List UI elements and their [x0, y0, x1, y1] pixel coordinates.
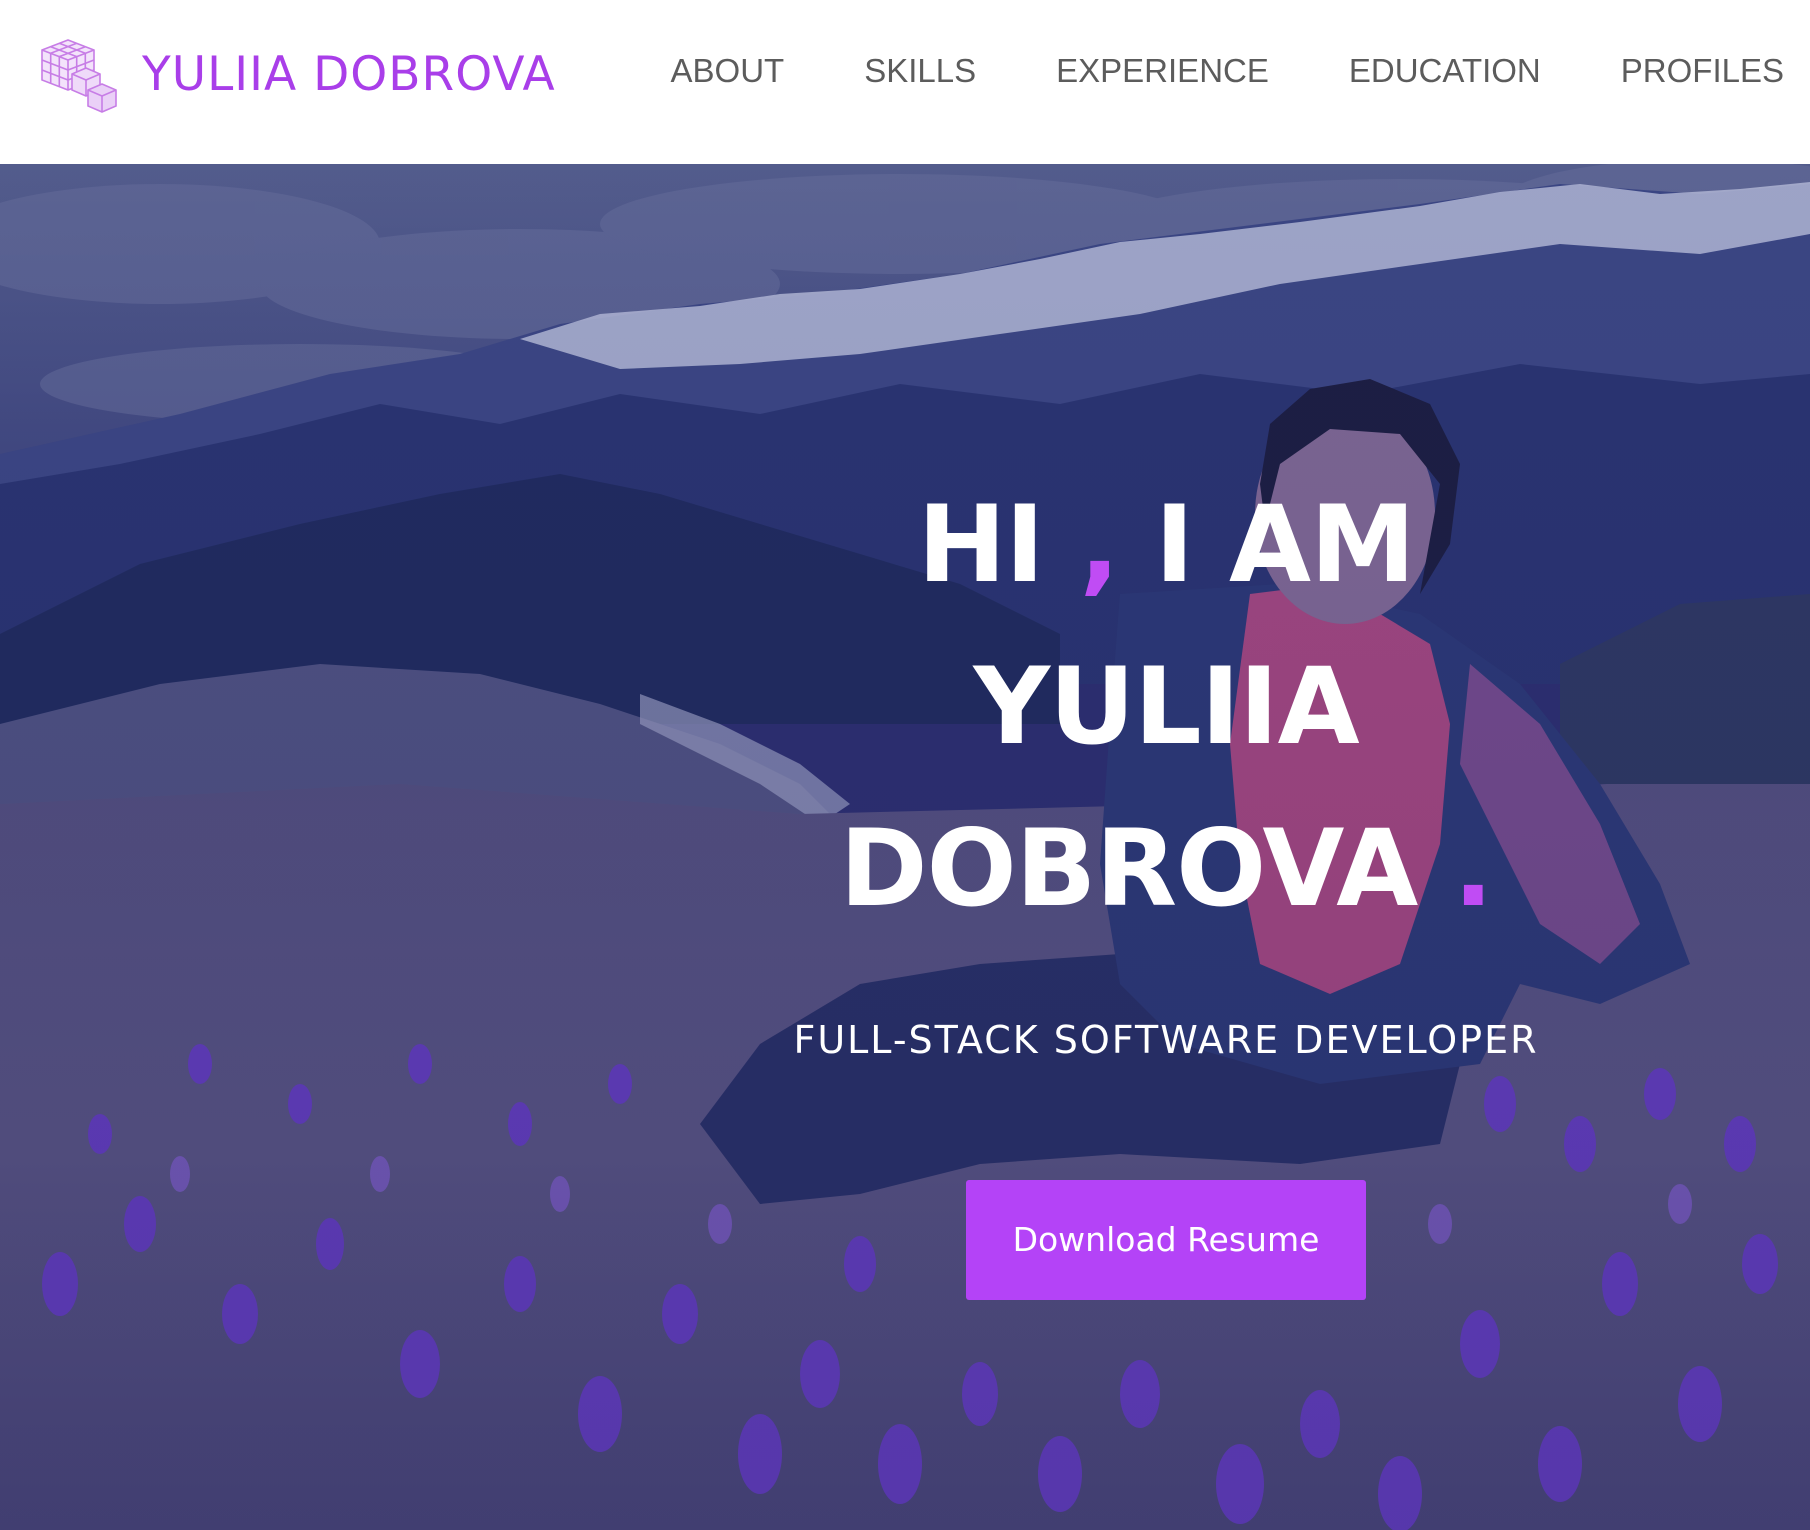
hero-last-name: DOBROVA	[839, 807, 1419, 930]
hero-i-am: I AM	[1154, 483, 1416, 606]
hero-period: .	[1453, 807, 1493, 930]
nav-experience[interactable]: EXPERIENCE	[1056, 52, 1269, 90]
nav-profiles[interactable]: PROFILES	[1621, 52, 1784, 90]
hero-first-name: YULIIA	[973, 645, 1359, 768]
download-resume-button[interactable]: Download Resume	[966, 1180, 1366, 1300]
main-nav: ABOUT SKILLS EXPERIENCE EDUCATION PROFIL…	[671, 52, 1784, 90]
hero-comma: ,	[1079, 483, 1120, 606]
hero-hi: HI	[917, 483, 1044, 606]
hero-section: HI , I AM YULIIA DOBROVA . FULL-STACK SO…	[0, 164, 1810, 1530]
nav-skills[interactable]: SKILLS	[864, 52, 976, 90]
page: YULIIA DOBROVA ABOUT SKILLS EXPERIENCE E…	[0, 0, 1810, 1530]
nav-about[interactable]: ABOUT	[671, 52, 785, 90]
brand-name: YULIIA DOBROVA	[142, 46, 556, 102]
hero-content: HI , I AM YULIIA DOBROVA . FULL-STACK SO…	[700, 464, 1632, 1300]
nav-education[interactable]: EDUCATION	[1349, 52, 1541, 90]
hero-last-name-line: DOBROVA .	[700, 788, 1632, 950]
hero-subtitle: FULL-STACK SOFTWARE DEVELOPER	[793, 1018, 1539, 1062]
logo[interactable]: YULIIA DOBROVA	[38, 34, 556, 114]
site-header: YULIIA DOBROVA ABOUT SKILLS EXPERIENCE E…	[0, 0, 1810, 164]
cube-stack-icon	[41, 39, 117, 113]
hero-greeting: HI , I AM	[700, 464, 1632, 626]
